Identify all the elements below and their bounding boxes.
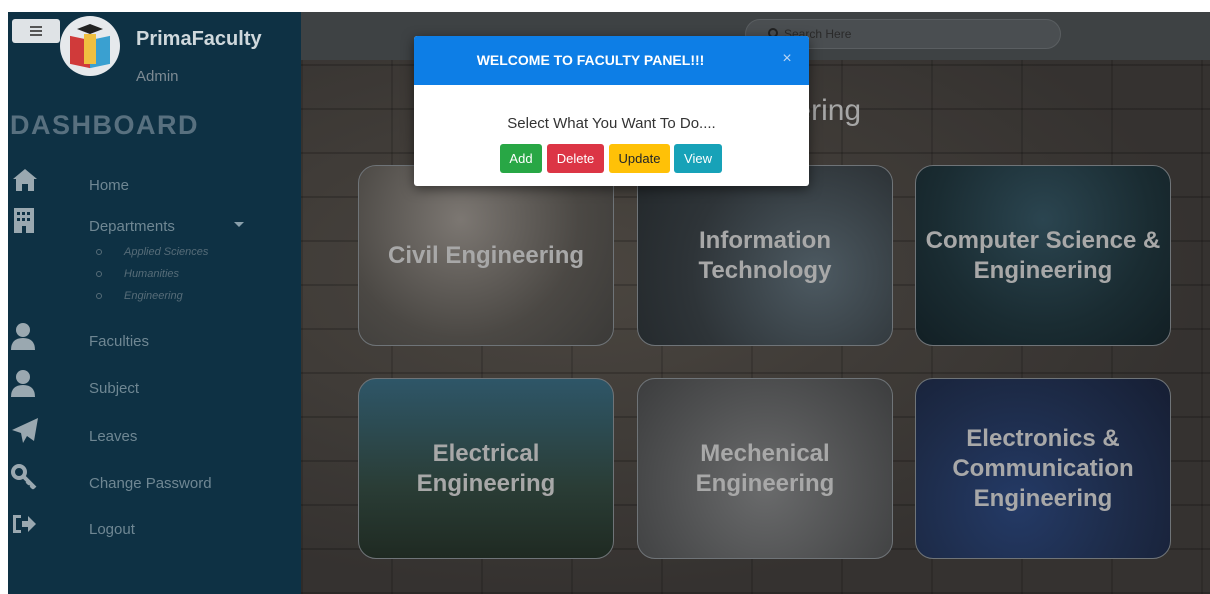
card-label: Mechenical Engineering (695, 439, 835, 497)
card-label: Electrical Engineering (416, 439, 556, 497)
update-button[interactable]: Update (609, 144, 670, 173)
welcome-modal: WELCOME TO FACULTY PANEL!!! × Select Wha… (414, 36, 809, 186)
modal-message: Select What You Want To Do.... (507, 115, 716, 132)
card-label: Electronics & Communication Engineering (952, 424, 1134, 512)
view-button[interactable]: View (674, 144, 722, 173)
close-icon[interactable]: × (778, 50, 796, 68)
card-label: Computer Science & Engineering (925, 226, 1161, 284)
card-label: Civil Engineering (387, 241, 585, 269)
add-button[interactable]: Add (500, 144, 542, 173)
modal-title: WELCOME TO FACULTY PANEL!!! (476, 52, 705, 68)
delete-button[interactable]: Delete (547, 144, 604, 173)
card-label: Information Technology (698, 226, 832, 284)
modal-header: WELCOME TO FACULTY PANEL!!! × (414, 36, 809, 85)
